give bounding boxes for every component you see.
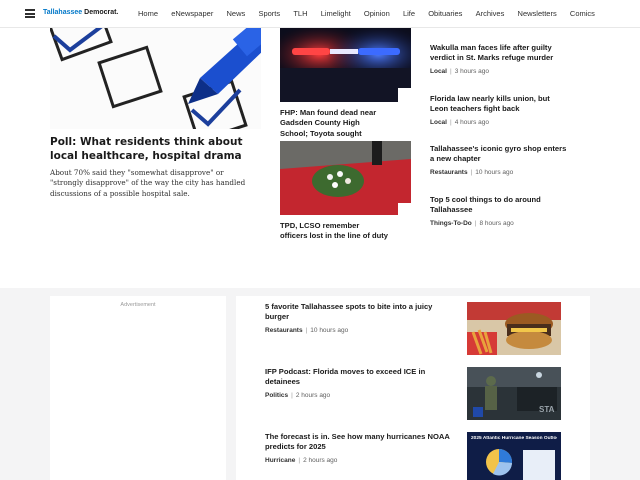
story-time: 8 hours ago <box>479 219 514 227</box>
advertisement-label: Advertisement <box>120 302 156 308</box>
mid-story-card[interactable]: TPD, LCSO remember officers lost in the … <box>280 141 411 242</box>
meta-separator: | <box>449 118 452 126</box>
menu-icon[interactable] <box>25 9 35 18</box>
nav-news[interactable]: News <box>227 9 246 18</box>
nav-limelight[interactable]: Limelight <box>321 9 351 18</box>
burger-image[interactable] <box>467 302 561 355</box>
story-meta: Restaurants | 10 hours ago <box>265 327 455 334</box>
mid-headline[interactable]: FHP: Man found dead near Gadsden County … <box>280 108 388 139</box>
story-meta: Hurricane | 2 hours ago <box>265 457 455 464</box>
mid-story-card[interactable]: FHP: Man found dead near Gadsden County … <box>280 28 411 139</box>
list-item[interactable]: Tallahassee's iconic gyro shop enters a … <box>430 144 570 176</box>
story-tag[interactable]: Politics <box>265 392 288 399</box>
podcast-overlay-text: STA <box>539 405 555 414</box>
nav-archives[interactable]: Archives <box>476 9 505 18</box>
nav-newsletters[interactable]: Newsletters <box>518 9 557 18</box>
story-headline[interactable]: Tallahassee's iconic gyro shop enters a … <box>430 144 570 165</box>
hero-summary: About 70% said they "somewhat disapprove… <box>50 168 246 198</box>
story-meta: Restaurants | 10 hours ago <box>430 169 570 176</box>
story-time: 10 hours ago <box>475 168 514 176</box>
main-nav: Home eNewspaper News Sports TLH Limeligh… <box>138 9 608 18</box>
mid-headline[interactable]: TPD, LCSO remember officers lost in the … <box>280 221 388 242</box>
top-navigation-bar: Tallahassee Democrat. Home eNewspaper Ne… <box>0 0 640 28</box>
story-tag[interactable]: Restaurants <box>430 169 468 176</box>
story-meta: Politics | 2 hours ago <box>265 392 455 399</box>
podcast-image[interactable]: STA <box>467 367 561 420</box>
story-headline[interactable]: IFP Podcast: Florida moves to exceed ICE… <box>265 367 455 388</box>
story-time: 2 hours ago <box>303 456 338 464</box>
nav-obituaries[interactable]: Obituaries <box>428 9 462 18</box>
nav-enewspaper[interactable]: eNewspaper <box>171 9 213 18</box>
nav-comics[interactable]: Comics <box>570 9 595 18</box>
hurricane-outlook-image[interactable]: 2025 Atlantic Hurricane Season Outlook <box>467 432 561 480</box>
story-time: 4 hours ago <box>454 118 490 126</box>
nav-tlh[interactable]: TLH <box>293 9 307 18</box>
list-item[interactable]: Florida law nearly kills union, but Leon… <box>430 94 570 126</box>
story-meta: Local | 3 hours ago <box>430 68 570 75</box>
advertisement-slot[interactable]: Advertisement <box>50 296 226 480</box>
memorial-wreath-image <box>280 141 411 215</box>
story-tag[interactable]: Restaurants <box>265 327 303 334</box>
nav-sports[interactable]: Sports <box>258 9 280 18</box>
meta-separator: | <box>298 456 301 464</box>
story-tag[interactable]: Local <box>430 68 447 75</box>
brand-name: Tallahassee <box>43 9 83 16</box>
hero-headline[interactable]: Poll: What residents think about local h… <box>50 136 250 163</box>
list-item[interactable]: The forecast is in. See how many hurrica… <box>265 432 455 464</box>
meta-separator: | <box>305 326 308 334</box>
story-tag[interactable]: Hurricane <box>265 457 295 464</box>
story-time: 10 hours ago <box>310 326 349 334</box>
story-headline[interactable]: Florida law nearly kills union, but Leon… <box>430 94 570 115</box>
nav-home[interactable]: Home <box>138 9 158 18</box>
story-headline[interactable]: 5 favorite Tallahassee spots to bite int… <box>265 302 455 323</box>
site-logo[interactable]: Tallahassee Democrat. <box>43 9 118 16</box>
nav-opinion[interactable]: Opinion <box>364 9 390 18</box>
meta-separator: | <box>470 168 473 176</box>
list-item[interactable]: Top 5 cool things to do around Tallahass… <box>430 195 570 227</box>
story-headline[interactable]: The forecast is in. See how many hurrica… <box>265 432 455 453</box>
meta-separator: | <box>449 67 452 75</box>
story-meta: Things-To-Do | 8 hours ago <box>430 220 570 227</box>
police-lights-image <box>280 28 411 102</box>
list-item[interactable]: 5 favorite Tallahassee spots to bite int… <box>265 302 455 334</box>
story-time: 3 hours ago <box>454 67 490 75</box>
brand-suffix: Democrat. <box>84 9 119 16</box>
list-item[interactable]: Wakulla man faces life after guilty verd… <box>430 43 570 75</box>
story-tag[interactable]: Local <box>430 119 447 126</box>
story-headline[interactable]: Top 5 cool things to do around Tallahass… <box>430 195 570 216</box>
hero-image[interactable] <box>50 28 261 129</box>
meta-separator: | <box>474 219 477 227</box>
list-item[interactable]: IFP Podcast: Florida moves to exceed ICE… <box>265 367 455 399</box>
nav-life[interactable]: Life <box>403 9 415 18</box>
story-meta: Local | 4 hours ago <box>430 119 570 126</box>
story-tag[interactable]: Things-To-Do <box>430 220 472 227</box>
story-headline[interactable]: Wakulla man faces life after guilty verd… <box>430 43 570 64</box>
meta-separator: | <box>291 391 293 399</box>
story-time: 2 hours ago <box>295 391 331 399</box>
